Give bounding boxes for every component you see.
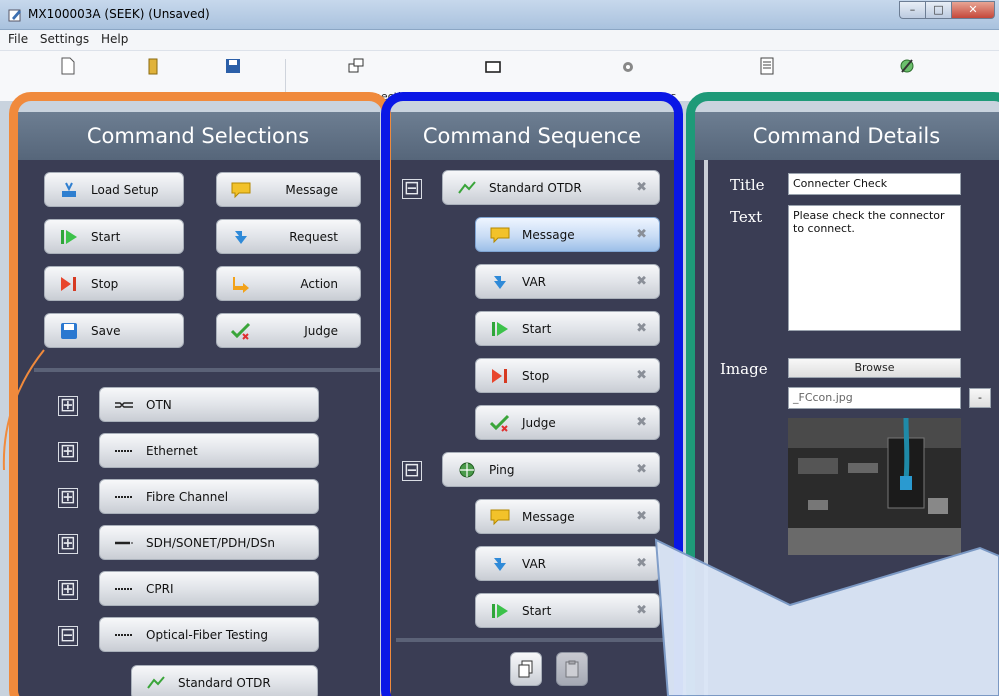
callout-annotation [2, 349, 999, 696]
